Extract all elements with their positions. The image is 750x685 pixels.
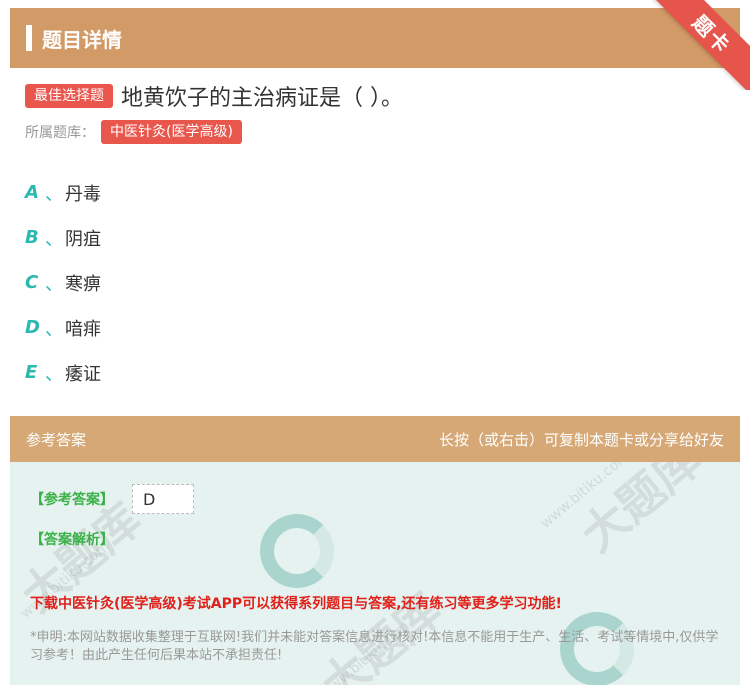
option-letter: E <box>25 362 38 383</box>
share-hint: 长按（或右击）可复制本题卡或分享给好友 <box>438 430 724 449</box>
option-a[interactable]: A 、 丹毒 <box>25 170 101 215</box>
question-bank-label: 所属题库： <box>25 125 95 141</box>
option-b[interactable]: B 、 阴疽 <box>25 215 101 260</box>
option-letter: C <box>25 272 39 293</box>
option-letter: D <box>25 317 40 338</box>
options-list: A 、 丹毒 B 、 阴疽 C 、 寒痹 D 、 喑痱 E 、 痿证 <box>25 170 101 395</box>
option-text: 丹毒 <box>65 183 101 205</box>
answer-body: 大题库 www.bitiku.com 大题库 www.bitiku.com 大题… <box>10 462 740 685</box>
header-accent-bar <box>26 25 32 51</box>
option-text: 阴疽 <box>65 228 101 250</box>
option-text: 喑痱 <box>65 318 101 340</box>
question-type-badge: 最佳选择题 <box>25 84 113 108</box>
disclaimer-text: *申明:本网站数据收集整理于互联网!我们并未能对答案信息进行核对!本信息不能用于… <box>30 630 719 663</box>
question-line: 最佳选择题 地黄饮子的主治病证是（ ）。 <box>25 80 725 112</box>
option-text: 寒痹 <box>65 273 101 295</box>
answer-value: D <box>132 484 194 514</box>
analysis-label: 【答案解析】 <box>30 532 114 548</box>
option-separator: 、 <box>45 363 63 385</box>
page-title: 题目详情 <box>42 27 122 52</box>
option-separator: 、 <box>45 183 63 205</box>
option-letter: A <box>25 182 39 203</box>
question-block: 最佳选择题 地黄饮子的主治病证是（ ）。 所属题库： 中医针灸(医学高级) <box>25 80 725 144</box>
option-c[interactable]: C 、 寒痹 <box>25 260 101 305</box>
ribbon-clip: 题卡 <box>640 0 750 90</box>
option-separator: 、 <box>45 273 63 295</box>
app-download-promo[interactable]: 下载中医针灸(医学高级)考试APP可以获得系列题目与答案,还有练习等更多学习功能… <box>30 593 562 613</box>
question-bank-badge[interactable]: 中医针灸(医学高级) <box>101 120 242 144</box>
question-card-ribbon[interactable]: 题卡 <box>647 0 750 90</box>
option-separator: 、 <box>45 318 63 340</box>
watermark-logo-icon <box>260 514 334 588</box>
answer-label: 【参考答案】 <box>30 492 114 508</box>
option-d[interactable]: D 、 喑痱 <box>25 305 101 350</box>
option-letter: B <box>25 227 39 248</box>
answer-section-title: 参考答案 <box>26 430 87 449</box>
option-separator: 、 <box>45 228 63 250</box>
question-text: 地黄饮子的主治病证是（ ）。 <box>121 86 403 111</box>
option-text: 痿证 <box>65 363 101 385</box>
question-bank-line: 所属题库： 中医针灸(医学高级) <box>25 120 725 144</box>
question-detail-header: 题目详情 <box>10 8 740 68</box>
option-e[interactable]: E 、 痿证 <box>25 350 101 395</box>
answer-section-header: 参考答案 长按（或右击）可复制本题卡或分享给好友 <box>10 416 740 462</box>
